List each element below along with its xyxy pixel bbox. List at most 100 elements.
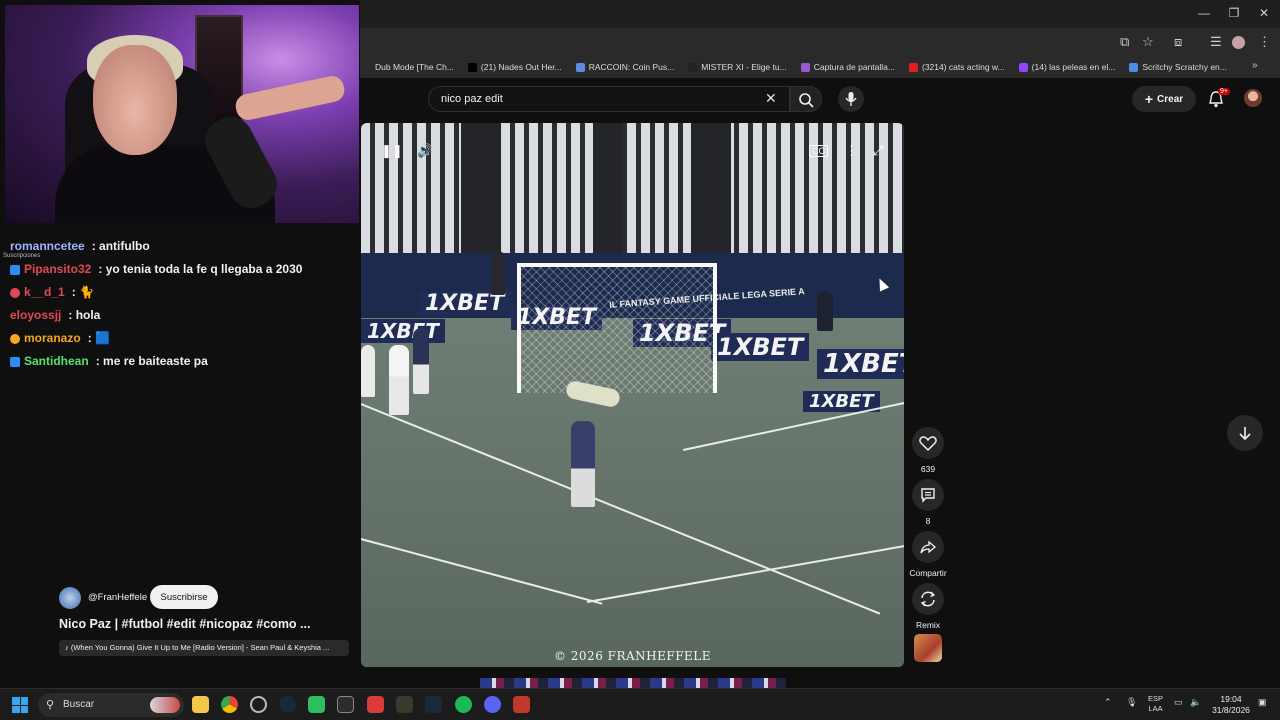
remix-icon <box>920 591 936 607</box>
taskbar-clock[interactable]: 19:04 31/8/2026 <box>1206 694 1256 716</box>
bookmark-label: Dub Mode [The Ch... <box>375 62 454 72</box>
bookmark-label: Scritchy Scratchy en... <box>1142 62 1227 72</box>
create-button[interactable]: + Crear <box>1132 86 1196 112</box>
comments-button[interactable] <box>912 479 944 511</box>
video-app-icon[interactable] <box>513 696 530 713</box>
maximize-icon[interactable]: ❐ <box>1224 6 1244 20</box>
chrome-icon[interactable] <box>221 696 238 713</box>
chat-message-text: : antifulbo <box>91 239 150 253</box>
chat-message-text: : 🐈 <box>71 285 94 299</box>
short-video-player[interactable]: 1XBET 1XBET 1XBET 1XBET 1XBET 1XBET 1XBE… <box>361 123 904 667</box>
chat-username[interactable]: Santidhean <box>24 350 89 373</box>
bookmark-item[interactable]: RACCOIN: Coin Pus... <box>575 62 674 72</box>
subscribe-button[interactable]: Suscribirse <box>150 585 218 609</box>
obs-icon[interactable] <box>250 696 267 713</box>
media-controls-icon[interactable]: ☰ <box>1210 34 1222 50</box>
share-arrow-icon <box>920 540 936 554</box>
chat-message-text: : me re baiteaste pa <box>95 354 208 368</box>
discord-icon[interactable] <box>484 696 501 713</box>
volume-icon[interactable]: 🔈 <box>1190 697 1201 708</box>
app-icon[interactable] <box>337 696 354 713</box>
voice-search-button[interactable] <box>838 86 864 112</box>
bookmark-item[interactable]: Scritchy Scratchy en... <box>1129 62 1227 72</box>
search-highlight-icon[interactable] <box>150 697 180 713</box>
stadium-stands <box>361 123 904 253</box>
ad-text: 1XBET <box>711 333 810 361</box>
network-icon[interactable]: ▭ <box>1174 697 1183 708</box>
extensions-icon[interactable]: ⧈ <box>1174 34 1182 50</box>
chat-message-text: : hola <box>68 308 101 322</box>
stands-stairway <box>691 123 731 253</box>
channel-avatar[interactable] <box>59 587 81 609</box>
audio-thumbnail[interactable] <box>914 634 942 662</box>
steam-icon[interactable] <box>425 696 442 713</box>
comment-icon <box>921 488 935 503</box>
bookmark-item[interactable]: (3214) cats acting w... <box>908 62 1005 72</box>
short-title[interactable]: Nico Paz | #futbol #edit #nicopaz #como … <box>59 617 310 631</box>
chat-message: Pipansito32 : yo tenia toda la fe q llega… <box>10 258 355 281</box>
close-window-icon[interactable]: ✕ <box>1254 6 1274 20</box>
bookmark-item[interactable]: (14) las peleas en el... <box>1018 62 1116 72</box>
pause-icon[interactable]: ❚❚ <box>381 143 403 159</box>
tray-microphone-icon[interactable]: 🎙 <box>1126 697 1137 708</box>
remix-button[interactable] <box>912 583 944 615</box>
bookmark-star-icon[interactable]: ☆ <box>1142 34 1154 50</box>
chat-username[interactable]: Pipansito32 <box>24 258 91 281</box>
search-button[interactable] <box>790 86 822 112</box>
profile-avatar[interactable] <box>1232 36 1245 49</box>
background-video-strip <box>480 678 786 688</box>
bookmark-item[interactable]: Dub Mode [The Ch... <box>362 62 454 72</box>
prime-badge-icon <box>10 356 20 367</box>
chat-message: moranazo: 🟦 <box>10 327 355 350</box>
remix-label: Remix <box>915 620 941 630</box>
create-label: Crear <box>1157 93 1184 105</box>
chat-message-text: : yo tenia toda la fe q llegaba a 2030 <box>98 262 303 276</box>
bookmark-favicon-icon <box>1129 62 1139 72</box>
windows-start-icon[interactable] <box>12 697 28 713</box>
music-link[interactable]: ♪ (When You Gonna) Give It Up to Me [Rad… <box>59 640 349 656</box>
chat-username[interactable]: moranazo <box>24 327 81 350</box>
bookmark-favicon-icon <box>800 62 810 72</box>
account-avatar[interactable] <box>1244 89 1262 107</box>
fullscreen-icon[interactable]: ⤢ <box>873 143 883 159</box>
tray-overflow-icon[interactable]: ⌃ <box>1104 697 1112 708</box>
install-app-icon[interactable]: ⧉ <box>1120 34 1129 50</box>
chat-username[interactable]: eloyossjj <box>10 304 61 327</box>
bookmarks-overflow-icon[interactable]: » <box>1252 60 1258 71</box>
language-indicator[interactable]: ESP LAA <box>1148 694 1163 714</box>
clear-search-icon[interactable]: ✕ <box>765 90 777 107</box>
bookmark-item[interactable]: MISTER XI - Elige tu... <box>688 62 787 72</box>
minimize-icon[interactable]: — <box>1194 6 1214 20</box>
notification-center-icon[interactable]: ▣ <box>1258 697 1267 708</box>
comment-action: 8 <box>910 479 946 526</box>
red-app-icon[interactable] <box>367 696 384 713</box>
captions-icon[interactable]: CC <box>809 145 828 157</box>
pen-app-icon[interactable] <box>396 696 413 713</box>
browser-toolbar: ⧉ ☆ ⧈ ☰ ⋮ <box>360 28 1280 56</box>
next-short-button[interactable] <box>1227 415 1263 451</box>
goal-net <box>517 263 717 393</box>
language-code: ESP <box>1148 694 1164 703</box>
gold-badge-icon <box>10 333 20 344</box>
channel-handle[interactable]: @FranHeffele <box>88 592 147 603</box>
bookmark-label: (14) las peleas en el... <box>1031 62 1116 72</box>
ad-text: 1XBET <box>817 349 904 379</box>
steam-icon[interactable] <box>279 696 296 713</box>
share-button[interactable] <box>912 531 944 563</box>
keyboard-layout: LAA <box>1148 704 1163 713</box>
green-app-icon[interactable] <box>308 696 325 713</box>
arrow-down-icon <box>1239 427 1251 441</box>
file-explorer-icon[interactable] <box>192 696 209 713</box>
volume-icon[interactable]: 🔊 <box>417 143 433 159</box>
ad-text: 1XBET <box>361 319 445 343</box>
more-options-icon[interactable]: ⋮ <box>845 143 858 159</box>
like-button[interactable] <box>912 427 944 459</box>
bookmark-item[interactable]: Captura de pantalla... <box>800 62 895 72</box>
bookmarks-bar: Dub Mode [The Ch... (21) Nades Out Her...… <box>360 56 1280 78</box>
spotify-icon[interactable] <box>455 696 472 713</box>
browser-menu-icon[interactable]: ⋮ <box>1258 34 1271 50</box>
bookmark-item[interactable]: (21) Nades Out Her... <box>467 62 562 72</box>
steward <box>491 251 505 295</box>
chat-username[interactable]: k__d_1 <box>24 281 65 304</box>
search-input[interactable]: nico paz edit <box>428 86 790 112</box>
